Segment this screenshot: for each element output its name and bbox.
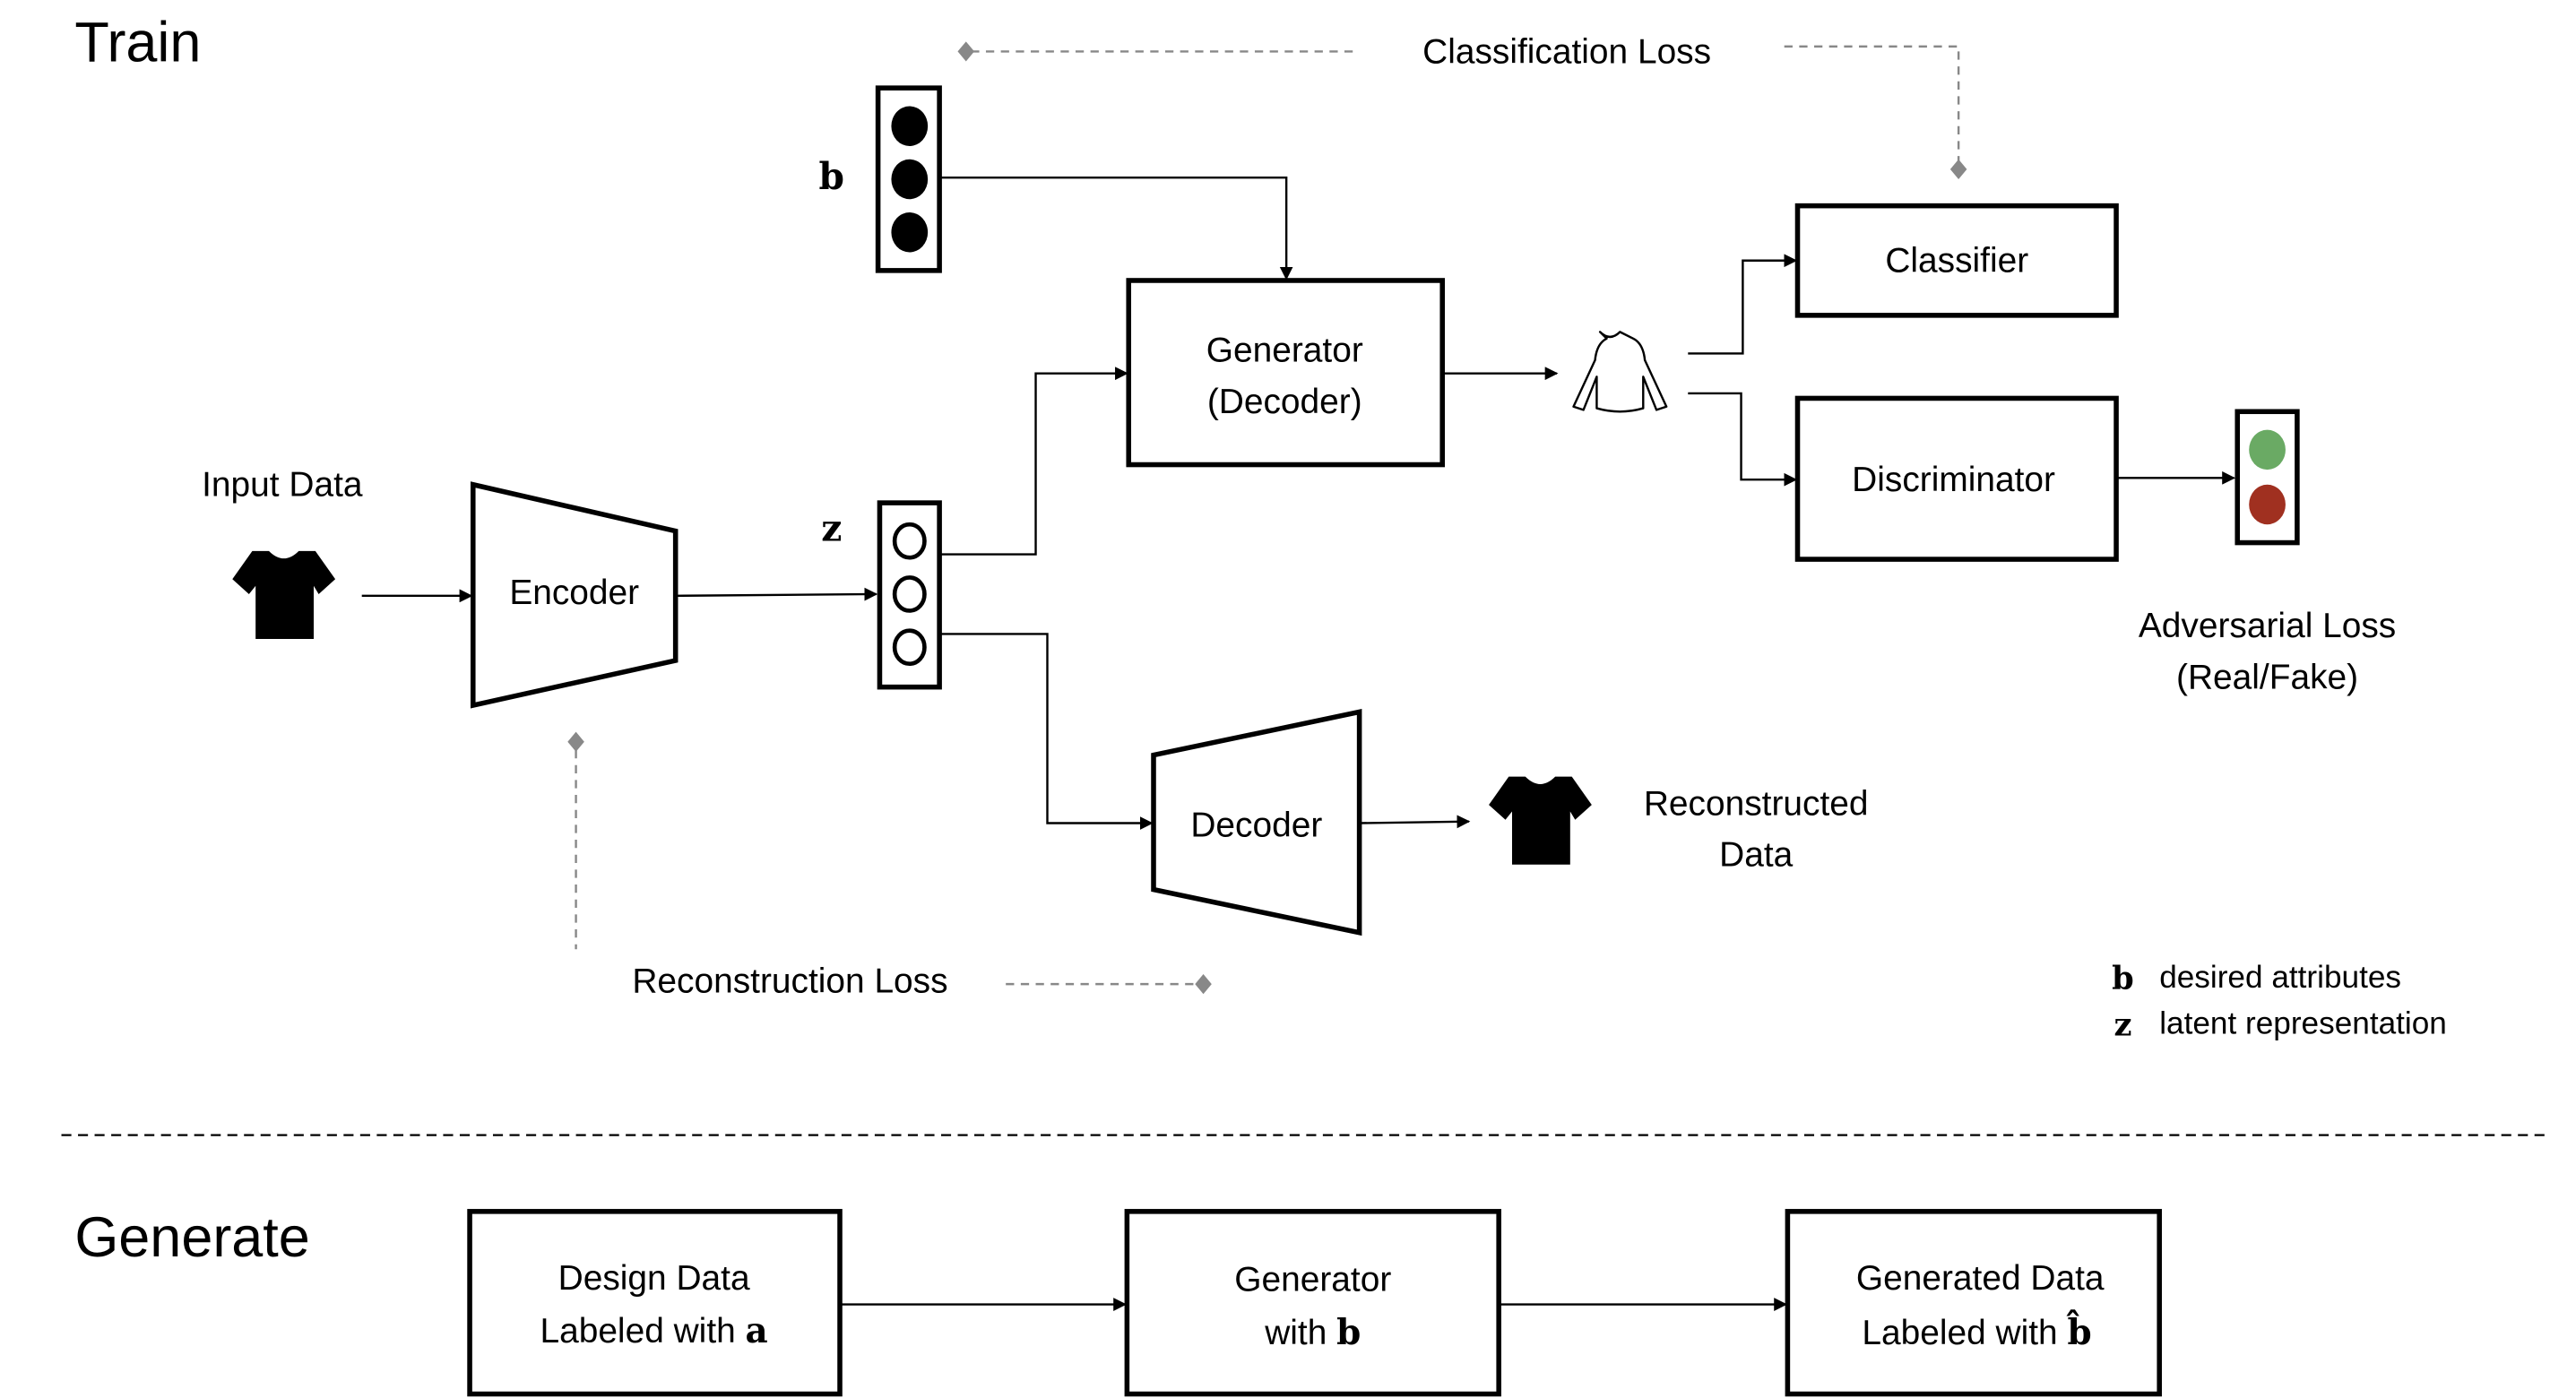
b-node-2 <box>891 159 929 200</box>
arrow-b-to-generator <box>939 176 1293 280</box>
generator-with-b-label: Generator <box>1234 1261 1391 1299</box>
legend-symbol-z: z <box>2114 1007 2131 1044</box>
design-data-label: Design Data <box>558 1259 750 1298</box>
generator-symbol-b: b <box>1336 1312 1361 1353</box>
arrow-output-to-classifier <box>1688 254 1798 355</box>
design-data-sublabel: Labeled with a <box>540 1310 767 1351</box>
design-data-symbol-a: a <box>746 1310 768 1351</box>
gan-architecture-diagram: Train Generate Input Data Encoder z b Ge… <box>61 12 2548 1397</box>
generated-data-sublabel-text: Labeled with <box>1862 1314 2067 1352</box>
z-node-2 <box>892 575 927 613</box>
arrow-output-to-discriminator <box>1688 392 1798 487</box>
discriminator-label: Discriminator <box>1852 461 2055 499</box>
z-symbol: z <box>821 507 842 550</box>
generator-with-b-sublabel: with b <box>1264 1312 1361 1353</box>
reconstructed-data-label: Reconstructed <box>1644 784 1869 823</box>
generator-with-b-sublabel-text: with <box>1264 1314 1336 1352</box>
fake-indicator-dot <box>2249 484 2286 525</box>
reconstruction-loss-diamond-left <box>567 731 584 752</box>
generated-data-box <box>1785 1209 2162 1397</box>
arrow-z-to-decoder <box>939 633 1154 830</box>
legend-symbol-b: b <box>2112 961 2134 997</box>
classification-loss-diamond-right <box>1949 159 1967 180</box>
b-node-3 <box>891 212 929 253</box>
b-node-1 <box>891 106 929 146</box>
classification-loss-diamond-left <box>957 41 975 62</box>
encoder-label: Encoder <box>509 574 639 612</box>
input-tshirt-icon <box>232 550 336 639</box>
reconstructed-data-sublabel: Data <box>1719 836 1793 875</box>
generated-symbol-b-hat: b̂ <box>2066 1310 2091 1353</box>
legend: b desired attributes z latent representa… <box>2112 960 2447 1044</box>
generator-decoder-block <box>1126 278 1445 468</box>
classifier-label: Classifier <box>1885 242 2028 280</box>
generator-sublabel: (Decoder) <box>1207 383 1362 421</box>
generated-data-label: Generated Data <box>1856 1259 2105 1298</box>
reconstruction-loss-label: Reconstruction Loss <box>632 962 947 1000</box>
section-title-train: Train <box>74 12 201 74</box>
real-indicator-dot <box>2249 429 2286 470</box>
generator-with-b-box <box>1124 1209 1501 1397</box>
b-symbol: b <box>819 155 844 198</box>
arrow-decoder-to-reconstructed <box>1359 815 1471 829</box>
reconstructed-tshirt-icon <box>1489 776 1592 865</box>
section-title-generate: Generate <box>74 1206 309 1269</box>
adversarial-loss-sublabel: (Real/Fake) <box>2176 659 2358 697</box>
legend-text-z: latent representation <box>2159 1006 2447 1041</box>
arrow-z-to-generator <box>939 367 1128 556</box>
input-data-label: Input Data <box>202 466 363 505</box>
z-node-1 <box>892 522 927 560</box>
z-node-3 <box>892 628 927 667</box>
design-data-box <box>467 1209 843 1397</box>
reconstruction-loss-diamond-right <box>1195 974 1212 995</box>
generated-data-sublabel: Labeled with b̂ <box>1862 1310 2091 1353</box>
generator-label: Generator <box>1206 332 1363 370</box>
classification-loss-connector-right <box>1784 45 1960 161</box>
adversarial-loss-label: Adversarial Loss <box>2139 607 2396 645</box>
arrow-encoder-to-z <box>675 587 878 601</box>
classification-loss-label: Classification Loss <box>1422 32 1711 71</box>
design-data-sublabel-text: Labeled with <box>540 1312 745 1351</box>
legend-text-b: desired attributes <box>2159 960 2401 995</box>
decoder-label: Decoder <box>1190 806 1322 844</box>
generated-long-sleeve-shirt-icon <box>1572 331 1668 413</box>
